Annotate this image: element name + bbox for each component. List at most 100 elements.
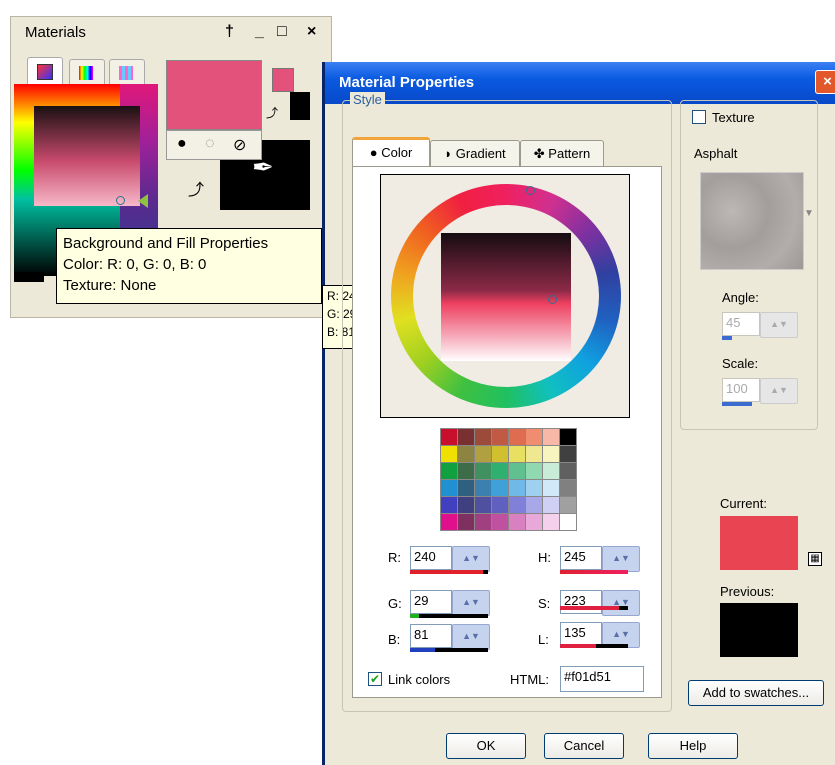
hue-marker[interactable] [526,186,535,195]
l-slider[interactable] [560,644,628,648]
palette-swatch[interactable] [508,462,526,480]
palette-swatch[interactable] [542,479,560,497]
ok-button[interactable]: OK [446,733,526,759]
palette-swatch[interactable] [457,479,475,497]
palette-swatch[interactable] [474,428,492,446]
palette-swatch[interactable] [440,513,458,531]
dialog-close-button[interactable]: × [815,70,835,94]
palette-swatch[interactable] [457,513,475,531]
palette-swatch[interactable] [491,428,509,446]
color-palette-grid[interactable] [440,428,577,531]
palette-swatch[interactable] [474,462,492,480]
palette-swatch[interactable] [474,496,492,514]
r-slider[interactable] [410,570,488,574]
h-slider[interactable] [560,570,628,574]
g-spinner[interactable]: ▲▼ [452,590,490,616]
s-spinner[interactable]: ▲▼ [602,590,640,616]
angle-input[interactable]: 45 [722,312,760,336]
background-small-swatch[interactable] [290,92,310,120]
angle-spinner[interactable]: ▲▼ [760,312,798,338]
scale-input[interactable]: 100 [722,378,760,402]
palette-swatch[interactable] [440,496,458,514]
eyedropper-icon[interactable]: ✒ [252,152,274,183]
palette-swatch[interactable] [542,428,560,446]
palette-swatch[interactable] [457,462,475,480]
palette-swatch[interactable] [559,479,577,497]
link-colors-checkbox[interactable]: ✔ [368,672,382,686]
maximize-button[interactable]: □ [277,23,287,41]
r-input[interactable]: 240 [410,546,452,570]
tab-rainbow[interactable] [69,59,105,86]
html-input[interactable]: #f01d51 [560,666,644,692]
palette-swatch[interactable] [508,445,526,463]
g-input[interactable]: 29 [410,590,452,614]
scale-slider[interactable] [722,402,752,406]
palette-swatch[interactable] [559,462,577,480]
texture-checkbox[interactable] [692,110,706,124]
palette-swatch[interactable] [457,496,475,514]
palette-swatch[interactable] [491,445,509,463]
g-slider[interactable] [410,614,488,618]
minimize-button[interactable]: _ [255,23,264,41]
pattern-style-icon[interactable]: ◌ [205,135,215,153]
palette-swatch[interactable] [491,496,509,514]
palette-swatch[interactable] [457,428,475,446]
palette-swatch[interactable] [559,428,577,446]
sl-marker[interactable] [548,295,557,304]
palette-swatch[interactable] [474,479,492,497]
b-spinner[interactable]: ▲▼ [452,624,490,650]
swatch-grid-icon[interactable]: ▦ [808,552,822,566]
palette-swatch[interactable] [559,496,577,514]
l-input[interactable]: 135 [560,622,602,646]
foreground-small-swatch[interactable] [272,68,294,92]
swap-icon[interactable]: ⤴ [188,176,204,200]
texture-preview[interactable] [700,172,804,270]
close-button[interactable]: × [307,23,316,41]
previous-color-swatch[interactable] [720,603,798,657]
palette-swatch[interactable] [525,496,543,514]
palette-swatch[interactable] [542,445,560,463]
palette-swatch[interactable] [491,513,509,531]
palette-swatch[interactable] [474,513,492,531]
r-spinner[interactable]: ▲▼ [452,546,490,572]
color-style-icon[interactable]: ● [177,135,187,153]
palette-swatch[interactable] [542,513,560,531]
palette-swatch[interactable] [491,462,509,480]
scale-spinner[interactable]: ▲▼ [760,378,798,404]
picker-marker[interactable] [116,196,125,205]
none-style-icon[interactable]: ⊘ [233,135,246,155]
palette-swatch[interactable] [457,445,475,463]
palette-swatch[interactable] [440,428,458,446]
palette-swatch[interactable] [525,445,543,463]
tab-frame-picker[interactable] [27,57,63,86]
chevron-down-icon[interactable]: ▼ [804,208,814,219]
palette-swatch[interactable] [474,445,492,463]
foreground-swatch[interactable] [166,60,262,130]
add-to-swatches-button[interactable]: Add to swatches... [688,680,824,706]
tab-swatches[interactable] [109,59,145,86]
palette-swatch[interactable] [440,445,458,463]
palette-swatch[interactable] [559,513,577,531]
s-input[interactable]: 223 [560,590,602,614]
palette-swatch[interactable] [508,513,526,531]
palette-swatch[interactable] [440,462,458,480]
palette-swatch[interactable] [440,479,458,497]
cancel-button[interactable]: Cancel [544,733,624,759]
help-button[interactable]: Help [648,733,738,759]
saturation-square[interactable] [34,106,140,206]
palette-swatch[interactable] [508,479,526,497]
palette-swatch[interactable] [508,428,526,446]
palette-swatch[interactable] [559,445,577,463]
palette-swatch[interactable] [525,428,543,446]
palette-swatch[interactable] [491,479,509,497]
h-input[interactable]: 245 [560,546,602,570]
palette-swatch[interactable] [542,496,560,514]
b-input[interactable]: 81 [410,624,452,648]
palette-swatch[interactable] [542,462,560,480]
swap-small-icon[interactable]: ⤴ [266,104,278,121]
b-slider[interactable] [410,648,488,652]
tab-pattern[interactable]: ✤ Pattern [520,140,604,167]
palette-swatch[interactable] [525,462,543,480]
pin-icon[interactable]: † [225,23,234,41]
s-slider[interactable] [560,606,628,610]
